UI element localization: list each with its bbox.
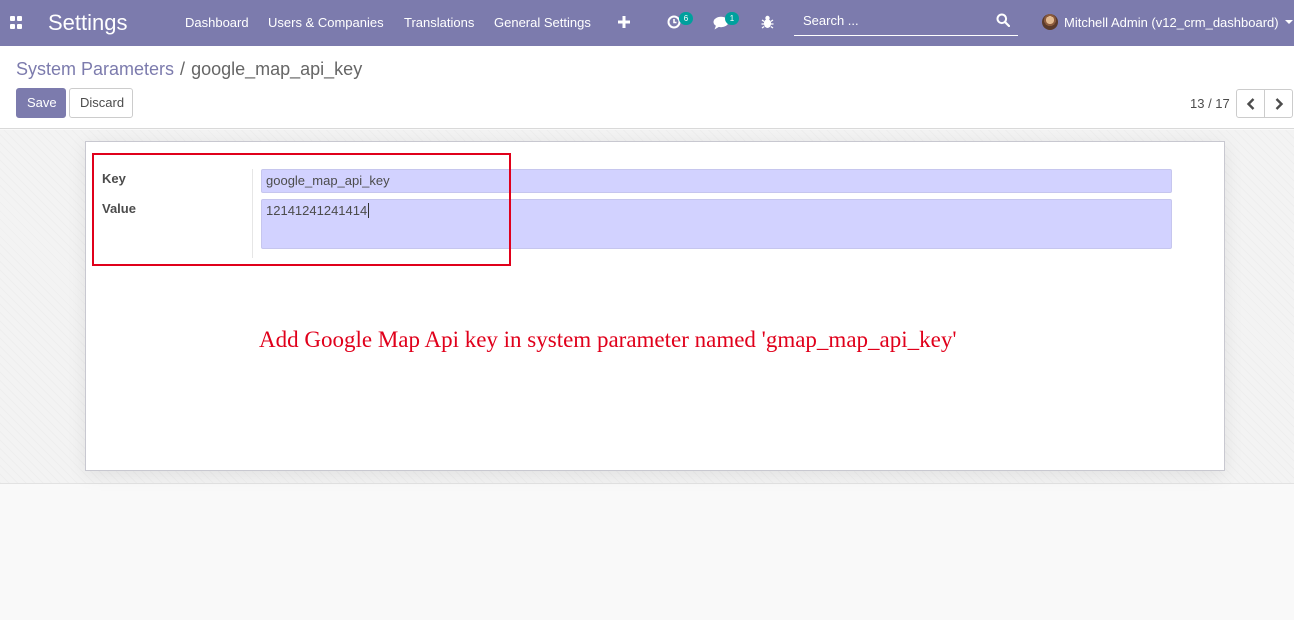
messages-badge: 1 xyxy=(725,12,739,25)
activities-button[interactable]: 6 xyxy=(667,12,693,32)
bug-icon xyxy=(761,15,774,29)
control-panel: System Parameters / google_map_api_key Sav… xyxy=(0,46,1294,129)
key-field-value: google_map_api_key xyxy=(266,173,390,188)
breadcrumb-current: google_map_api_key xyxy=(191,59,363,79)
search-icon[interactable] xyxy=(996,13,1010,27)
label-divider xyxy=(252,169,253,258)
value-field-value: 12141241241414 xyxy=(266,203,368,218)
breadcrumb-system-parameters[interactable]: System Parameters xyxy=(16,59,174,79)
value-field[interactable]: 12141241241414 xyxy=(261,199,1172,249)
user-name: Mitchell Admin (v12_crm_dashboard) xyxy=(1064,15,1279,30)
text-cursor xyxy=(368,203,370,218)
pager-value[interactable]: 13 / 17 xyxy=(1190,96,1230,111)
menu-item-translations[interactable]: Translations xyxy=(404,15,474,30)
key-field[interactable]: google_map_api_key xyxy=(261,169,1172,193)
quick-create-button[interactable] xyxy=(617,12,643,32)
search-bar[interactable] xyxy=(794,6,1018,36)
breadcrumb: System Parameters / google_map_api_key xyxy=(16,59,362,79)
form-view: Key Value google_map_api_key 12141241241… xyxy=(0,130,1294,484)
top-navbar: Settings Dashboard Users & Companies Tra… xyxy=(0,0,1294,46)
pager-previous-button[interactable] xyxy=(1236,89,1265,118)
pager-next-button[interactable] xyxy=(1264,89,1293,118)
discard-button[interactable]: Discard xyxy=(69,88,133,118)
save-button[interactable]: Save xyxy=(16,88,66,118)
chevron-right-icon xyxy=(1275,98,1284,110)
activities-badge: 6 xyxy=(679,12,693,25)
breadcrumb-separator: / xyxy=(180,59,186,79)
caret-down-icon xyxy=(1285,20,1293,24)
menu-item-dashboard[interactable]: Dashboard xyxy=(185,15,249,30)
chevron-left-icon xyxy=(1246,98,1255,110)
apps-grid-icon[interactable] xyxy=(10,16,23,29)
plus-icon xyxy=(618,16,630,28)
messages-button[interactable]: 1 xyxy=(713,12,739,32)
menu-item-users-companies[interactable]: Users & Companies xyxy=(268,15,384,30)
menu-item-general-settings[interactable]: General Settings xyxy=(494,15,591,30)
annotation-text: Add Google Map Api key in system paramet… xyxy=(259,327,957,352)
avatar xyxy=(1042,14,1058,30)
value-label: Value xyxy=(102,201,136,216)
form-sheet: Key Value google_map_api_key 12141241241… xyxy=(85,141,1225,471)
key-label: Key xyxy=(102,171,126,186)
app-title[interactable]: Settings xyxy=(48,10,128,36)
debug-button[interactable] xyxy=(761,12,787,32)
search-input[interactable] xyxy=(794,6,984,34)
